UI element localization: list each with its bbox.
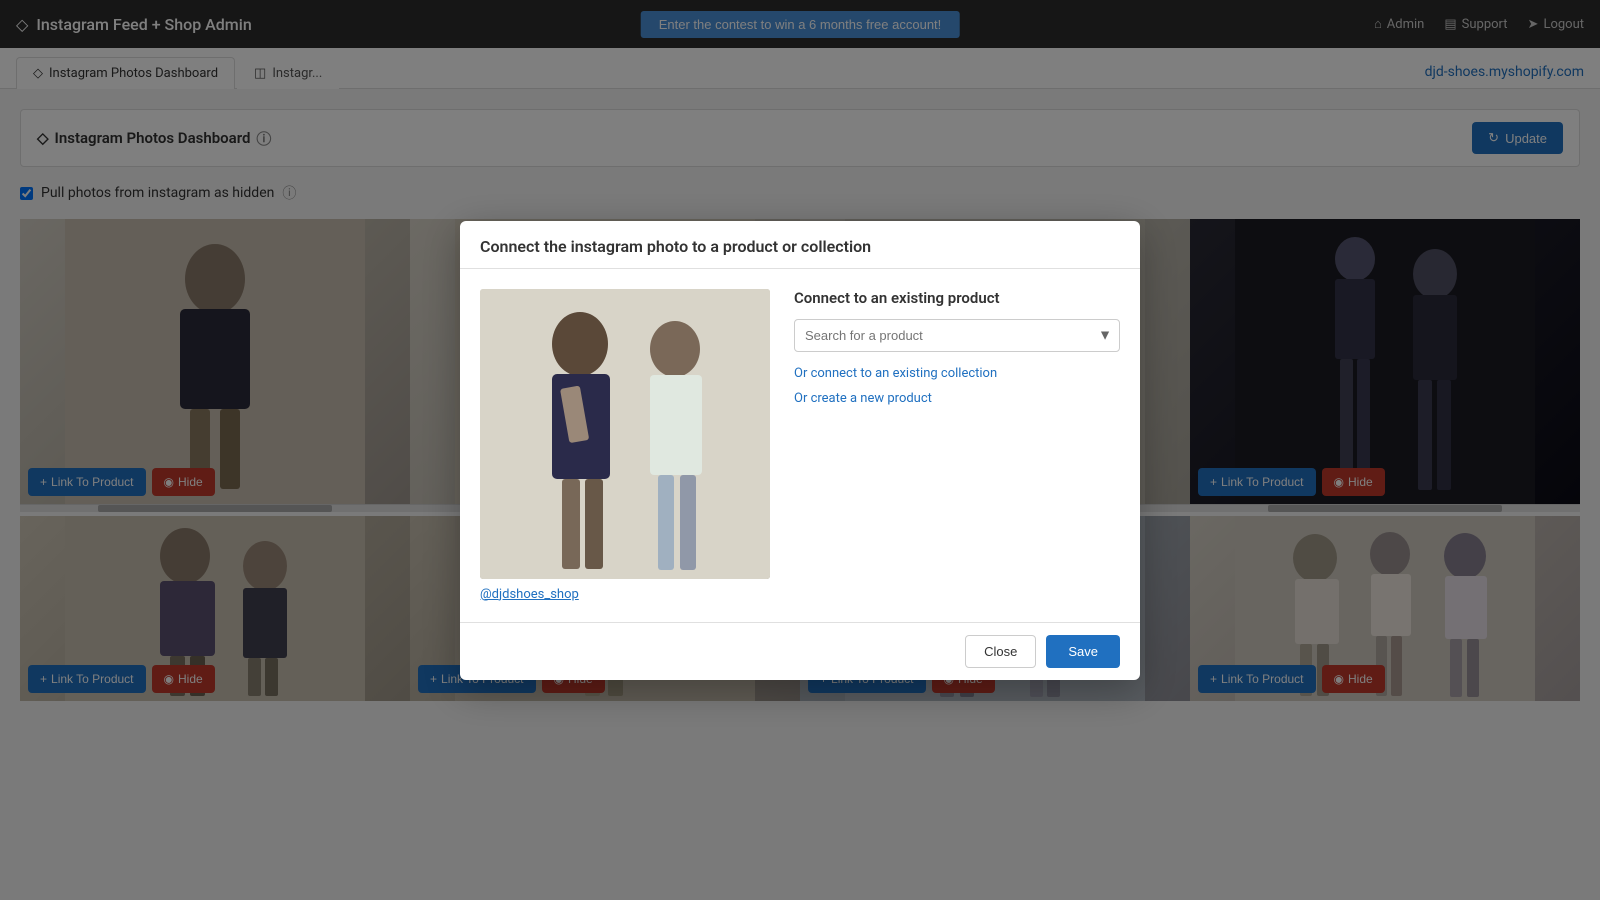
modal-body: @djdshoes_shop Connect to an existing pr…: [460, 269, 1140, 622]
connect-collection-link[interactable]: Or connect to an existing collection: [794, 366, 1120, 381]
modal-username[interactable]: @djdshoes_shop: [480, 587, 770, 602]
modal-overlay[interactable]: Connect the instagram photo to a product…: [0, 0, 1600, 900]
modal-photo-display: [480, 289, 770, 579]
search-wrapper: ▼: [794, 319, 1120, 352]
product-search-input[interactable]: [794, 319, 1120, 352]
modal-image-section: @djdshoes_shop: [480, 289, 770, 602]
modal-title: Connect the instagram photo to a product…: [480, 237, 1120, 256]
modal-save-button[interactable]: Save: [1046, 635, 1120, 668]
modal-footer: Close Save: [460, 622, 1140, 680]
modal-photo-bg: [480, 289, 770, 579]
modal-dialog: Connect the instagram photo to a product…: [460, 221, 1140, 680]
modal-header: Connect the instagram photo to a product…: [460, 221, 1140, 269]
connect-title: Connect to an existing product: [794, 289, 1120, 307]
create-product-link[interactable]: Or create a new product: [794, 391, 1120, 406]
modal-right-section: Connect to an existing product ▼ Or conn…: [794, 289, 1120, 602]
modal-photo-svg: [480, 289, 770, 579]
modal-close-button[interactable]: Close: [965, 635, 1036, 668]
